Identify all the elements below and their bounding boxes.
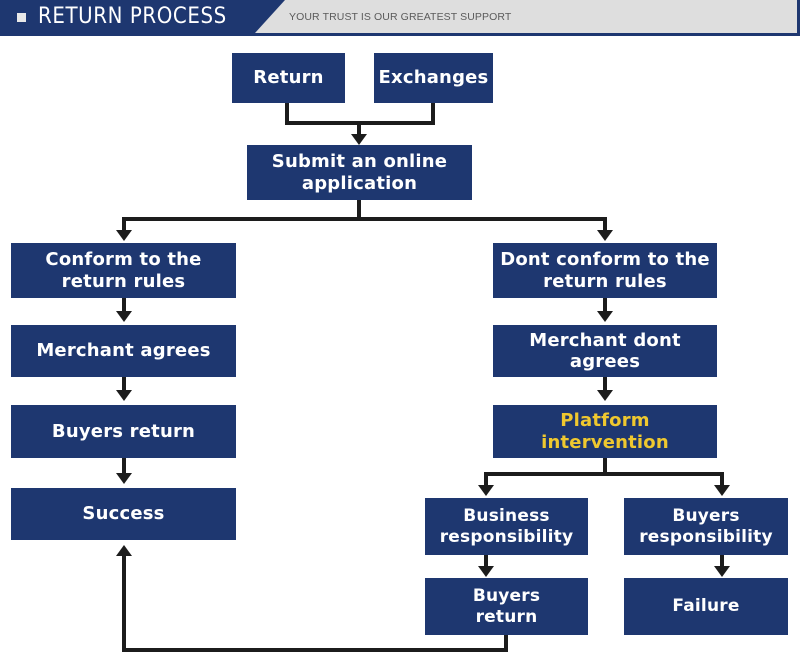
node-dont-conform-rules[interactable]: Dont conform to the return rules — [493, 243, 717, 298]
node-success[interactable]: Success — [11, 488, 236, 540]
edge-merchant-agrees-to-buyers-return — [122, 377, 126, 391]
edge-platform-split-bar — [484, 472, 724, 476]
arrowhead-to-dont-conform-rules — [597, 230, 613, 241]
node-platform-intervention[interactable]: Platform intervention — [493, 405, 717, 458]
square-bullet-icon — [17, 13, 26, 22]
node-merchant-dont-agrees[interactable]: Merchant dont agrees — [493, 325, 717, 377]
node-conform-rules[interactable]: Conform to the return rules — [11, 243, 236, 298]
arrowhead-to-buyers-responsibility — [714, 485, 730, 496]
node-exchanges[interactable]: Exchanges — [374, 53, 493, 103]
edge-feedback-bottom-rail — [122, 648, 508, 652]
edge-merge-drop-top — [357, 121, 361, 135]
arrowhead-to-platform-intervention — [597, 390, 613, 401]
arrowhead-to-success-bottom — [116, 545, 132, 556]
edge-platform-split-right-drop — [720, 472, 724, 486]
node-submit-application[interactable]: Submit an online application — [247, 145, 472, 200]
arrowhead-to-buyers-return-left — [116, 390, 132, 401]
arrowhead-to-merchant-agrees — [116, 311, 132, 322]
node-buyers-responsibility[interactable]: Buyers responsibility — [624, 498, 788, 555]
arrowhead-to-buyers-return-bottom — [478, 566, 494, 577]
arrowhead-to-merchant-dont-agrees — [597, 311, 613, 322]
node-buyers-return-left[interactable]: Buyers return — [11, 405, 236, 458]
node-failure[interactable]: Failure — [624, 578, 788, 635]
header-underline — [0, 33, 800, 36]
header-tagline: YOUR TRUST IS OUR GREATEST SUPPORT — [289, 11, 512, 23]
edge-buyers-return-to-success — [122, 458, 126, 474]
edge-feedback-riser — [122, 556, 126, 652]
edge-split-left-drop — [122, 217, 126, 231]
arrowhead-to-conform-rules — [116, 230, 132, 241]
edge-dont-conform-to-merchant-dont-agrees — [603, 298, 607, 312]
arrowhead-to-success-top — [116, 473, 132, 484]
edge-submit-split-bar — [122, 217, 607, 221]
arrowhead-to-failure — [714, 566, 730, 577]
arrowhead-to-submit-application — [351, 134, 367, 145]
edge-conform-to-merchant-agrees — [122, 298, 126, 312]
edge-split-right-drop — [603, 217, 607, 231]
node-merchant-agrees[interactable]: Merchant agrees — [11, 325, 236, 377]
node-return[interactable]: Return — [232, 53, 345, 103]
edge-merchant-dont-agrees-to-platform — [603, 377, 607, 391]
arrowhead-to-business-responsibility — [478, 485, 494, 496]
node-business-responsibility[interactable]: Business responsibility — [425, 498, 588, 555]
page-title: RETURN PROCESS — [38, 4, 227, 29]
edge-platform-split-left-drop — [484, 472, 488, 486]
node-buyers-return-bottom[interactable]: Buyers return — [425, 578, 588, 635]
